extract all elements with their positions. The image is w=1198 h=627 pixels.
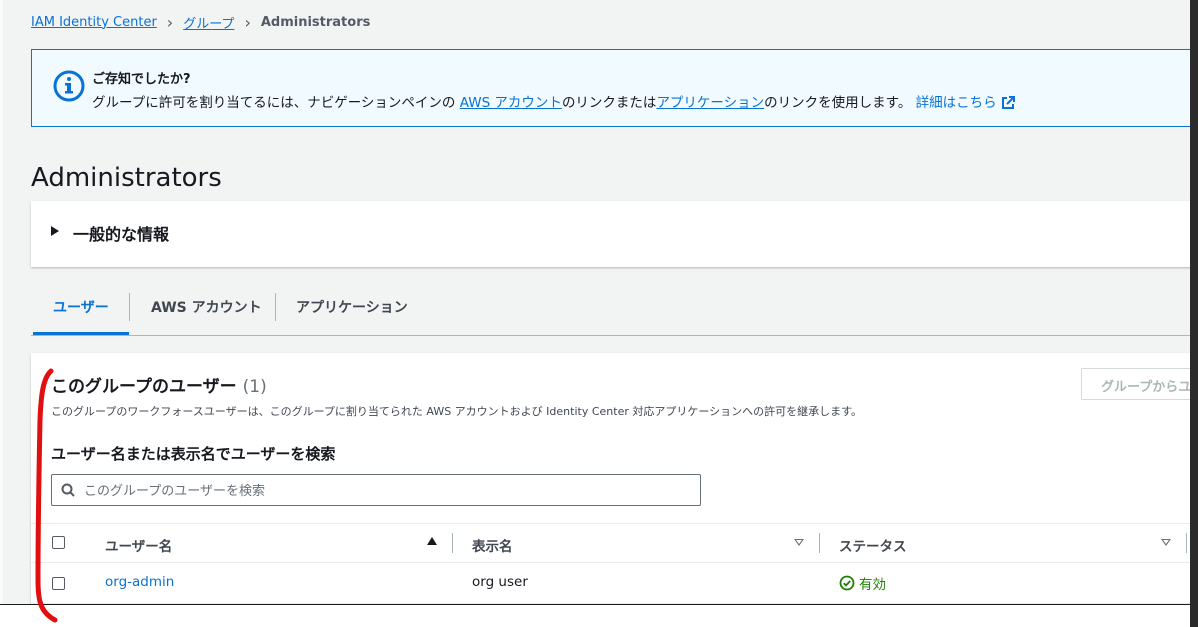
- breadcrumb-separator-icon: ›: [166, 12, 174, 32]
- breadcrumb: IAM Identity Center › グループ › Administrat…: [31, 12, 370, 32]
- search-field: [51, 474, 701, 506]
- display-name-cell: org user: [472, 574, 528, 590]
- remove-from-group-button[interactable]: グループからユ: [1081, 368, 1198, 400]
- learn-more-link[interactable]: 詳細はこちら: [916, 95, 1015, 111]
- tab-applications[interactable]: アプリケーション: [296, 293, 408, 321]
- status-text: 有効: [859, 577, 886, 593]
- window-border: [1190, 0, 1198, 627]
- select-all-checkbox[interactable]: [52, 536, 65, 549]
- search-input[interactable]: [82, 477, 686, 505]
- tab-bar: ユーザー AWS アカウント アプリケーション: [31, 287, 1198, 336]
- active-tab-indicator: [33, 332, 129, 335]
- tab-aws-accounts[interactable]: AWS アカウント: [151, 293, 262, 321]
- breadcrumb-current: Administrators: [260, 14, 371, 30]
- table-header: ユーザー名 表示名 ステータス: [31, 523, 1198, 563]
- alert-text: のリンクまたは: [561, 95, 657, 111]
- sort-icon[interactable]: [1161, 539, 1171, 546]
- column-resizer[interactable]: [452, 533, 453, 553]
- tab-divider: [129, 293, 130, 321]
- breadcrumb-link-groups[interactable]: グループ: [183, 13, 234, 32]
- breadcrumb-link-iam-identity-center[interactable]: IAM Identity Center: [31, 15, 157, 30]
- group-users-panel: このグループのユーザー (1) このグループのワークフォースユーザーは、このグルー…: [31, 353, 1198, 613]
- learn-more-label: 詳細はこちら: [915, 95, 997, 111]
- window-edge: [0, 0, 3, 606]
- alert-text: グループに許可を割り当てるには、ナビゲーションペインの: [92, 95, 460, 111]
- column-resizer[interactable]: [1186, 533, 1187, 553]
- applications-link[interactable]: アプリケーション: [656, 95, 764, 111]
- tab-divider: [275, 293, 276, 321]
- panel-title-text: このグループのユーザー: [51, 377, 237, 397]
- info-alert: ご存知でしたか? グループに許可を割り当てるには、ナビゲーションペインの AWS…: [31, 49, 1198, 127]
- column-header-username[interactable]: ユーザー名: [105, 535, 172, 555]
- caret-right-icon: [51, 226, 59, 236]
- table-row: org-admin org user 有効: [31, 563, 1198, 604]
- alert-title: ご存知でしたか?: [92, 72, 191, 87]
- sort-icon[interactable]: [794, 539, 804, 546]
- aws-accounts-link[interactable]: AWS アカウント: [460, 95, 562, 111]
- username-link[interactable]: org-admin: [105, 574, 174, 590]
- check-circle-icon: [839, 575, 855, 591]
- general-info-title: 一般的な情報: [73, 225, 170, 244]
- alert-message: グループに許可を割り当てるには、ナビゲーションペインの AWS アカウントのリン…: [92, 91, 1015, 111]
- general-info-section[interactable]: 一般的な情報: [31, 201, 1198, 267]
- user-count: (1): [242, 377, 267, 397]
- info-icon: [53, 70, 85, 102]
- status-badge: 有効: [839, 573, 886, 593]
- external-link-icon: [1001, 96, 1015, 109]
- search-label: ユーザー名または表示名でユーザーを検索: [51, 445, 336, 463]
- tab-users[interactable]: ユーザー: [53, 293, 109, 321]
- sort-ascending-icon[interactable]: [427, 537, 437, 545]
- column-header-display-name[interactable]: 表示名: [472, 535, 513, 555]
- panel-title: このグループのユーザー (1): [51, 372, 267, 397]
- breadcrumb-separator-icon: ›: [244, 12, 251, 32]
- row-checkbox[interactable]: [52, 577, 65, 590]
- alert-text: のリンクを使用します。: [764, 95, 912, 111]
- page-title: Administrators: [31, 163, 222, 194]
- screenshot-margin: [0, 605, 1198, 627]
- column-resizer[interactable]: [819, 533, 820, 553]
- search-icon: [61, 483, 75, 497]
- column-header-status[interactable]: ステータス: [839, 535, 907, 555]
- panel-description: このグループのワークフォースユーザーは、このグループに割り当てられた AWS ア…: [51, 405, 863, 418]
